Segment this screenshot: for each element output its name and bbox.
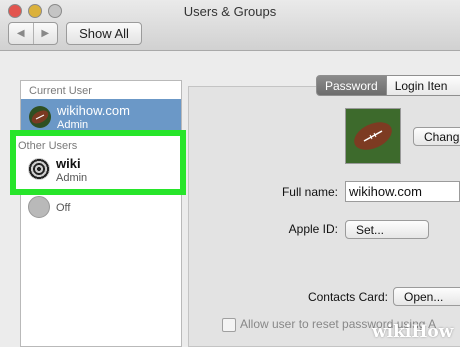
window-title: Users & Groups <box>183 4 277 19</box>
fingerprint-avatar-icon[interactable] <box>28 158 50 180</box>
guest-status: Off <box>56 202 71 214</box>
highlight-other-users: Other Users wiki Admin <box>10 130 186 195</box>
current-user-name: wikihow.com <box>57 103 130 118</box>
other-user-name[interactable]: wiki <box>56 156 81 171</box>
tab-bar: Password Login Iten <box>316 75 460 96</box>
other-user-role: Admin <box>56 172 88 184</box>
tab-password[interactable]: Password <box>316 75 387 96</box>
full-name-field[interactable]: wikihow.com <box>345 181 460 202</box>
football-avatar-icon <box>29 106 51 128</box>
full-name-label: Full name: <box>281 185 338 199</box>
guest-avatar-icon <box>28 196 50 218</box>
current-user-header: Current User <box>29 85 92 97</box>
user-row-wikihow[interactable]: wikihow.com Admin <box>21 99 181 131</box>
nav-button-group: ◀ ▶ <box>8 22 58 45</box>
wikihow-watermark: wikiHow <box>372 322 454 342</box>
toolbar: Users & Groups ◀ ▶ Show All <box>0 0 460 51</box>
forward-arrow-icon[interactable]: ▶ <box>34 23 58 44</box>
back-arrow-icon[interactable]: ◀ <box>9 23 34 44</box>
other-users-header: Other Users <box>18 140 78 152</box>
apple-id-label: Apple ID: <box>288 222 338 236</box>
open-contacts-button[interactable]: Open... <box>393 287 460 306</box>
set-apple-id-button[interactable]: Set... <box>345 220 429 239</box>
reset-password-checkbox[interactable] <box>222 318 236 332</box>
contacts-card-label: Contacts Card: <box>307 290 388 304</box>
user-details-panel <box>188 86 460 347</box>
show-all-button[interactable]: Show All <box>66 22 142 45</box>
change-picture-button[interactable]: Chang <box>413 127 460 146</box>
tab-login-items[interactable]: Login Iten <box>386 75 460 96</box>
user-picture[interactable] <box>345 108 401 164</box>
